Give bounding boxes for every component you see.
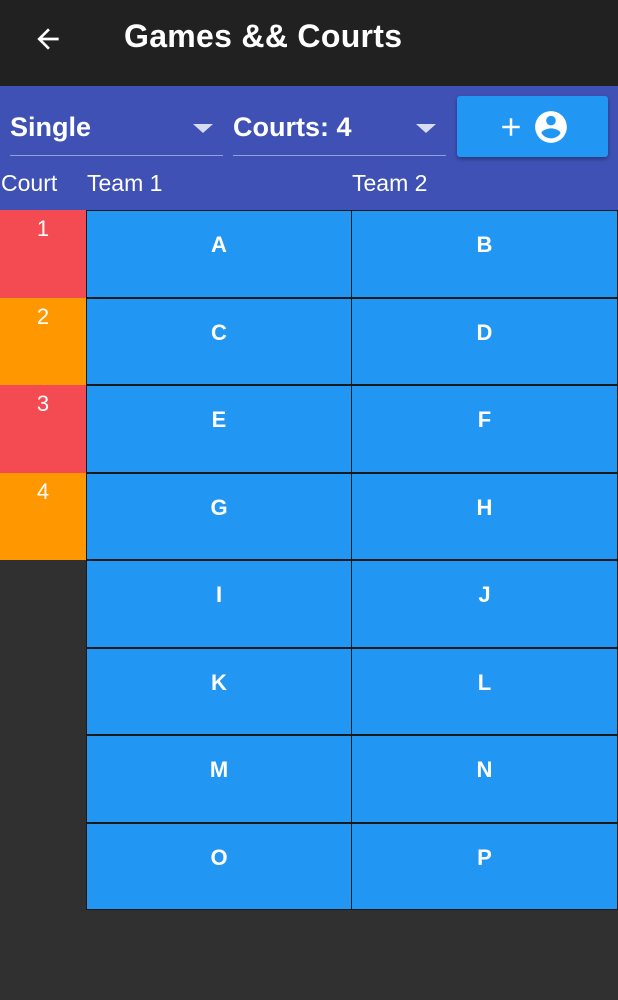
team1-player-cell[interactable]: O: [86, 822, 352, 910]
game-row: 4GH: [0, 472, 618, 560]
team2-player-cell[interactable]: H: [351, 472, 618, 560]
team2-player-cell[interactable]: N: [351, 735, 618, 823]
back-button[interactable]: [26, 20, 70, 58]
game-row: 1AB: [0, 210, 618, 298]
dropdown-arrow-icon: [416, 124, 436, 133]
plus-icon: [501, 117, 520, 136]
court-number-cell: 3: [0, 385, 86, 473]
page-title: Games && Courts: [124, 18, 403, 54]
team1-player-cell[interactable]: E: [86, 385, 352, 473]
team1-player-cell[interactable]: M: [86, 735, 352, 823]
game-row: MN: [0, 735, 618, 823]
game-mode-value: Single: [10, 112, 92, 142]
court-number-cell: 2: [0, 297, 86, 385]
game-row: IJ: [0, 560, 618, 648]
arrow-back-icon: [37, 28, 59, 50]
app-bar: Games && Courts: [0, 0, 618, 86]
add-player-button[interactable]: [457, 96, 608, 157]
team2-player-cell[interactable]: B: [351, 210, 618, 298]
team2-player-cell[interactable]: F: [351, 385, 618, 473]
game-row: 2CD: [0, 297, 618, 385]
game-row: KL: [0, 647, 618, 735]
column-header-team1: Team 1: [87, 170, 163, 196]
team1-player-cell[interactable]: K: [86, 647, 352, 735]
team1-player-cell[interactable]: C: [86, 297, 352, 385]
court-number-cell: 1: [0, 210, 86, 298]
team1-player-cell[interactable]: A: [86, 210, 352, 298]
team1-player-cell[interactable]: G: [86, 472, 352, 560]
courts-dropdown[interactable]: Courts: 4: [233, 100, 446, 156]
game-row: OP: [0, 822, 618, 910]
team2-player-cell[interactable]: L: [351, 647, 618, 735]
dropdown-arrow-icon: [193, 124, 213, 133]
game-mode-dropdown[interactable]: Single: [10, 100, 223, 156]
column-header-court: Court: [1, 170, 58, 196]
account-circle-icon: [534, 110, 567, 143]
team2-player-cell[interactable]: J: [351, 560, 618, 648]
column-header-team2: Team 2: [352, 170, 428, 196]
team2-player-cell[interactable]: P: [351, 822, 618, 910]
court-number-cell: 4: [0, 472, 86, 560]
courts-value: Courts: 4: [233, 112, 352, 142]
team1-player-cell[interactable]: I: [86, 560, 352, 648]
games-grid: 1AB2CD3EF4GHIJKLMNOP: [0, 210, 618, 910]
game-row: 3EF: [0, 385, 618, 473]
team2-player-cell[interactable]: D: [351, 297, 618, 385]
